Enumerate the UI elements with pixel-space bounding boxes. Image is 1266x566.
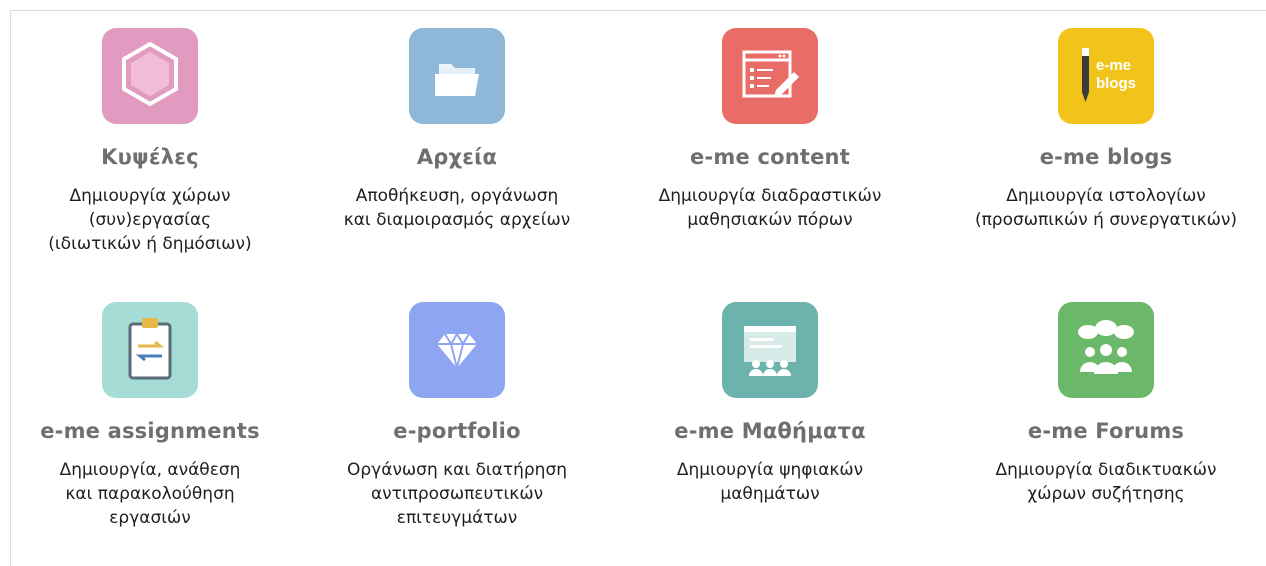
app-tile-portfolio[interactable]: e-portfolio Οργάνωση και διατήρηση αντιπ… [307, 302, 607, 530]
forum-icon[interactable] [1058, 302, 1154, 398]
app-description: Δημιουργία χώρων (συν)εργασίας (ιδιωτικώ… [48, 186, 252, 254]
blogs-icon-label: blogs [1096, 75, 1136, 92]
app-tile-forums[interactable]: e-me Forums Δημιουργία διαδικτυακών χώρω… [956, 302, 1256, 506]
app-tile-files[interactable]: Αρχεία Αποθήκευση, οργάνωση και διαμοιρα… [307, 28, 607, 232]
app-description: Δημιουργία ιστολογίων (προσωπικών ή συνε… [974, 186, 1238, 230]
app-title[interactable]: e-me Μαθήματα [620, 418, 920, 444]
app-title[interactable]: Κυψέλες [0, 144, 300, 170]
app-tile-assignments[interactable]: e-me assignments Δημιουργία, ανάθεση και… [0, 302, 300, 530]
content-editor-icon[interactable] [722, 28, 818, 124]
classroom-icon[interactable] [722, 302, 818, 398]
app-tile-kypseles[interactable]: Κυψέλες Δημιουργία χώρων (συν)εργασίας (… [0, 28, 300, 256]
app-tile-content[interactable]: e-me content Δημιουργία διαδραστικών μαθ… [620, 28, 920, 232]
app-description: Αποθήκευση, οργάνωση και διαμοιρασμός αρ… [343, 186, 571, 230]
clipboard-icon[interactable] [102, 302, 198, 398]
app-description: Δημιουργία ψηφιακών μαθημάτων [676, 460, 864, 504]
app-grid: Κυψέλες Δημιουργία χώρων (συν)εργασίας (… [0, 0, 1266, 566]
folder-icon[interactable] [409, 28, 505, 124]
app-description: Δημιουργία διαδραστικών μαθησιακών πόρων [658, 186, 882, 230]
app-description: Δημιουργία, ανάθεση και παρακολούθηση ερ… [59, 460, 241, 528]
hexagon-icon[interactable] [102, 28, 198, 124]
app-description: Οργάνωση και διατήρηση αντιπροσωπευτικών… [347, 460, 567, 528]
app-title[interactable]: e-me content [620, 144, 920, 170]
app-title[interactable]: Αρχεία [307, 144, 607, 170]
blogs-icon-label: e-me [1096, 57, 1131, 74]
app-description: Δημιουργία διαδικτυακών χώρων συζήτησης [995, 460, 1217, 504]
app-title[interactable]: e-me Forums [956, 418, 1256, 444]
app-tile-courses[interactable]: e-me Μαθήματα Δημιουργία ψηφιακών μαθημά… [620, 302, 920, 506]
diamond-icon[interactable] [409, 302, 505, 398]
app-tile-blogs[interactable]: e-me blogs e-me blogs Δημιουργία ιστολογ… [956, 28, 1256, 232]
blogs-icon[interactable]: e-me blogs [1058, 28, 1154, 124]
app-title[interactable]: e-me assignments [0, 418, 300, 444]
app-title[interactable]: e-portfolio [307, 418, 607, 444]
app-title[interactable]: e-me blogs [956, 144, 1256, 170]
